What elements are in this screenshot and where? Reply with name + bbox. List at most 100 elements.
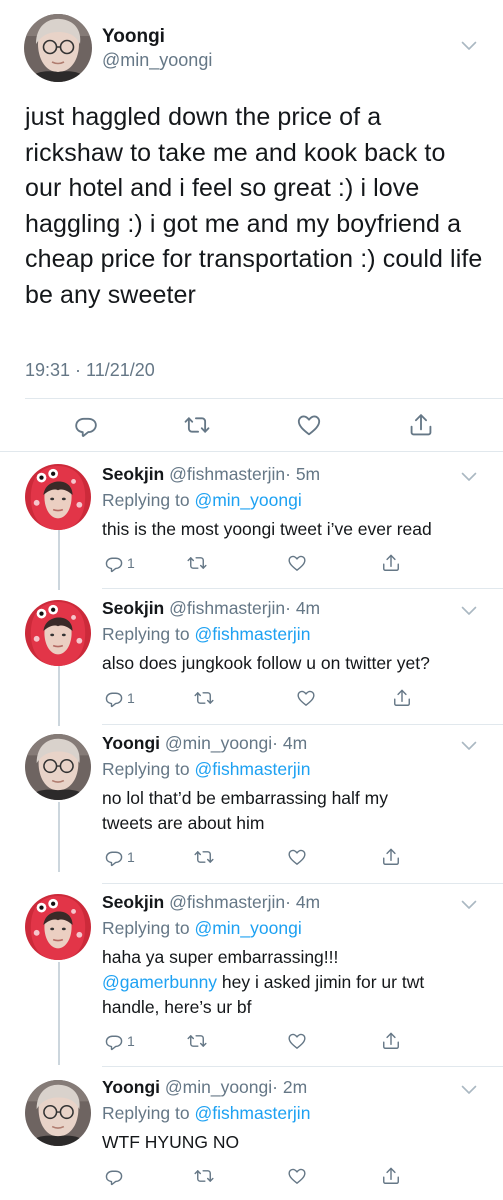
author-name[interactable]: Yoongi — [102, 733, 160, 753]
reply-button[interactable]: 1 — [104, 847, 135, 867]
chevron-down-icon[interactable] — [461, 606, 477, 616]
retweet-button[interactable] — [194, 1166, 214, 1186]
divider — [25, 398, 503, 399]
replying-label: Replying to — [102, 759, 190, 779]
reply-header: Seokjin @fishmasterjin· 4m — [102, 892, 320, 913]
reply-icon — [104, 847, 124, 867]
avatar[interactable] — [25, 734, 91, 800]
reply-text: also does jungkook follow u on twitter y… — [102, 653, 430, 673]
author-name[interactable]: Yoongi — [102, 1077, 160, 1097]
reply-button[interactable]: 1 — [104, 1031, 135, 1051]
like-button[interactable] — [287, 1166, 307, 1186]
retweet-icon — [194, 688, 214, 708]
chevron-down-icon[interactable] — [461, 472, 477, 482]
reply-time[interactable]: · 4m — [272, 733, 307, 753]
reply-icon — [104, 688, 124, 708]
avatar-image — [25, 894, 91, 960]
reply-text: no lol that’d be embarrassing half my tw… — [102, 788, 388, 833]
reply-text: this is the most yoongi tweet i’ve ever … — [102, 519, 432, 539]
share-icon — [408, 412, 434, 438]
thread-line — [58, 802, 60, 872]
like-button[interactable] — [296, 688, 316, 708]
divider — [102, 883, 503, 884]
main-tweet: Yoongi @min_yoongi just haggled down the… — [0, 0, 503, 440]
reply-icon — [104, 1166, 124, 1186]
heart-icon — [287, 847, 307, 867]
author-handle[interactable]: @fishmasterjin — [169, 892, 285, 912]
reply-header: Yoongi @min_yoongi· 2m — [102, 1077, 307, 1098]
reply-header: Seokjin @fishmasterjin· 5m — [102, 464, 320, 485]
author-name[interactable]: Seokjin — [102, 598, 164, 618]
retweet-icon — [187, 1031, 207, 1051]
author-name[interactable]: Yoongi — [102, 26, 165, 48]
share-button[interactable] — [381, 553, 401, 573]
retweet-button[interactable] — [194, 688, 214, 708]
retweet-button[interactable] — [194, 847, 214, 867]
share-icon — [381, 1166, 401, 1186]
share-icon — [381, 1031, 401, 1051]
retweet-button[interactable] — [184, 412, 210, 438]
reply-text: WTF HYUNG NO — [102, 1132, 240, 1152]
avatar[interactable] — [25, 600, 91, 666]
retweet-icon — [187, 553, 207, 573]
mention-link[interactable]: @gamerbunny — [102, 972, 217, 992]
reply-count: 1 — [127, 849, 135, 865]
avatar[interactable] — [25, 894, 91, 960]
chevron-down-icon[interactable] — [461, 741, 477, 751]
replying-mention[interactable]: @min_yoongi — [194, 918, 301, 938]
tweet-text: just haggled down the price of a ricksha… — [25, 103, 483, 309]
share-button[interactable] — [381, 1031, 401, 1051]
avatar[interactable] — [25, 1080, 91, 1146]
retweet-button[interactable] — [187, 553, 207, 573]
reply-button[interactable]: 1 — [104, 688, 135, 708]
reply-count: 1 — [127, 555, 135, 571]
author-handle[interactable]: @min_yoongi — [102, 50, 212, 71]
reply-time[interactable]: · 4m — [285, 598, 320, 618]
replying-to: Replying to @fishmasterjin — [102, 1103, 310, 1124]
reply-time[interactable]: · 4m — [285, 892, 320, 912]
reply-button[interactable] — [104, 1166, 124, 1186]
reply-button[interactable] — [73, 412, 99, 438]
replying-mention[interactable]: @fishmasterjin — [194, 1103, 310, 1123]
like-button[interactable] — [287, 1031, 307, 1051]
reply-time[interactable]: · 2m — [272, 1077, 307, 1097]
thread-line — [58, 962, 60, 1065]
share-button[interactable] — [381, 847, 401, 867]
share-icon — [392, 688, 412, 708]
share-button[interactable] — [392, 688, 412, 708]
avatar-image — [25, 734, 91, 800]
chevron-down-icon[interactable] — [461, 900, 477, 910]
author-name[interactable]: Seokjin — [102, 892, 164, 912]
chevron-down-icon[interactable] — [461, 1085, 477, 1095]
replying-mention[interactable]: @min_yoongi — [194, 490, 301, 510]
avatar[interactable] — [25, 464, 91, 530]
author-name[interactable]: Seokjin — [102, 464, 164, 484]
replying-mention[interactable]: @fishmasterjin — [194, 624, 310, 644]
like-button[interactable] — [296, 412, 322, 438]
share-button[interactable] — [381, 1166, 401, 1186]
author-handle[interactable]: @fishmasterjin — [169, 464, 285, 484]
retweet-icon — [184, 412, 210, 438]
author-handle[interactable]: @min_yoongi — [165, 733, 272, 753]
share-icon — [381, 847, 401, 867]
share-button[interactable] — [408, 412, 434, 438]
retweet-button[interactable] — [187, 1031, 207, 1051]
tweet-timestamp[interactable]: 19:31 · 11/21/20 — [25, 360, 155, 381]
reply-text: haha ya super embarrassing!!! @gamerbunny… — [102, 945, 482, 1020]
heart-icon — [287, 1166, 307, 1186]
replying-mention[interactable]: @fishmasterjin — [194, 759, 310, 779]
chevron-down-icon[interactable] — [461, 41, 477, 51]
reply-time[interactable]: · 5m — [285, 464, 320, 484]
thread-line — [58, 530, 60, 590]
avatar[interactable] — [24, 14, 92, 82]
reply-icon — [104, 553, 124, 573]
thread-line — [58, 666, 60, 726]
divider — [102, 1066, 503, 1067]
like-button[interactable] — [287, 553, 307, 573]
retweet-icon — [194, 847, 214, 867]
avatar-image — [25, 1080, 91, 1146]
like-button[interactable] — [287, 847, 307, 867]
reply-button[interactable]: 1 — [104, 553, 135, 573]
author-handle[interactable]: @fishmasterjin — [169, 598, 285, 618]
author-handle[interactable]: @min_yoongi — [165, 1077, 272, 1097]
